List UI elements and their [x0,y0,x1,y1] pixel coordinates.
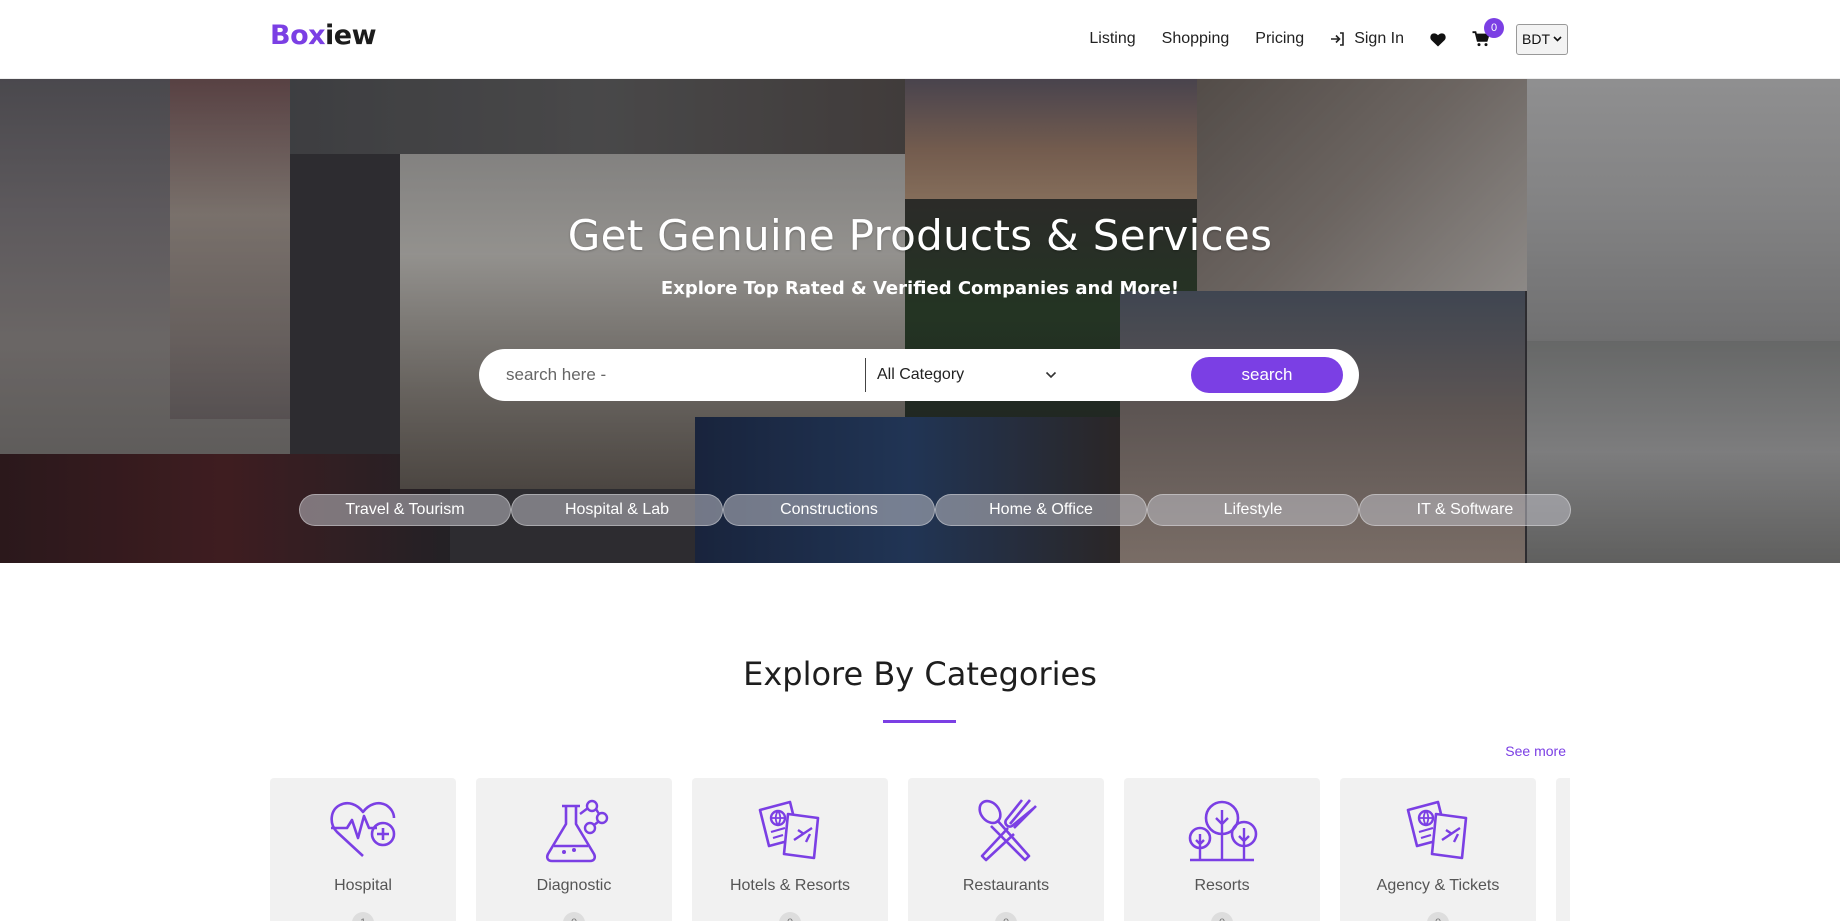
nav-shopping[interactable]: Shopping [1162,30,1230,48]
category-card-resorts[interactable]: Resorts 0 [1124,778,1320,921]
category-count-badge: 0 [563,912,585,921]
category-select[interactable]: All Category [877,363,1057,387]
search-input[interactable] [506,363,846,387]
search-divider [865,358,866,392]
heart-icon [1430,32,1446,46]
currency-value: BDT [1522,31,1550,47]
nav-listing[interactable]: Listing [1089,30,1135,48]
currency-select[interactable]: BDT [1516,23,1568,55]
pill-travel-tourism[interactable]: Travel & Tourism [299,494,511,526]
category-card-restaurants[interactable]: Restaurants 0 [908,778,1104,921]
sign-in-label: Sign In [1354,30,1404,47]
heart-pulse-icon [330,801,396,857]
cart-button[interactable]: 0 [1472,18,1504,47]
pill-hospital-lab[interactable]: Hospital & Lab [511,494,723,526]
wishlist-button[interactable] [1430,32,1446,47]
category-count-badge: 0 [995,912,1017,921]
search-button[interactable]: search [1191,357,1343,393]
see-more-link[interactable]: See more [1505,743,1566,759]
categories-title: Explore By Categories [743,655,1097,693]
hero-title: Get Genuine Products & Services [567,211,1273,260]
logo-part-2: iew [325,20,377,51]
sign-in-link[interactable]: Sign In [1330,30,1404,48]
hero-overlay [0,79,1840,563]
site-header: Boxiew Listing Shopping Pricing Sign In [0,0,1840,79]
quick-category-pills: Travel & Tourism Hospital & Lab Construc… [299,494,1571,526]
hero-search-bar: All Category search [479,349,1359,401]
pill-lifestyle[interactable]: Lifestyle [1147,494,1359,526]
category-card-hospital[interactable]: Hospital 1 [270,778,456,921]
pill-home-office[interactable]: Home & Office [935,494,1147,526]
hero-subtitle: Explore Top Rated & Verified Companies a… [660,278,1180,299]
cart-count-badge: 0 [1484,18,1504,38]
chevron-down-icon [1553,36,1562,42]
main-nav: Listing Shopping Pricing Sign In 0 BDT [1089,18,1568,58]
category-label: Diagnostic [536,877,612,894]
nav-pricing[interactable]: Pricing [1255,30,1304,48]
sign-in-icon [1331,32,1344,46]
pill-it-software[interactable]: IT & Software [1359,494,1571,526]
flask-icon [545,799,609,863]
category-count-badge: 0 [1427,912,1449,921]
chevron-down-icon [1045,371,1057,379]
category-card-agency-tickets[interactable]: Agency & Tickets 0 [1340,778,1536,921]
brand-logo[interactable]: Boxiew [270,20,377,51]
category-card-partial[interactable] [1556,778,1570,921]
passport-ticket-icon [1406,800,1468,860]
passport-ticket-icon [758,800,820,860]
categories-title-underline [883,720,956,723]
fork-spoon-icon [978,799,1037,862]
hero-banner: Get Genuine Products & Services Explore … [0,79,1840,563]
category-label: Restaurants [962,877,1050,894]
category-count-badge: 0 [1211,912,1233,921]
trees-icon [1188,800,1258,862]
logo-part-1: Box [270,20,326,51]
pill-constructions[interactable]: Constructions [723,494,935,526]
category-card-diagnostic[interactable]: Diagnostic 0 [476,778,672,921]
category-select-value: All Category [877,366,965,383]
category-label: Agency & Tickets [1376,877,1500,894]
category-count-badge: 1 [352,912,374,921]
category-cards: Hospital 1 Diagnostic 0 Hotels & Resorts… [270,778,1570,921]
category-label: Hospital [334,877,392,894]
category-count-badge: 0 [779,912,801,921]
category-label: Resorts [1194,877,1250,894]
category-card-hotels-resorts[interactable]: Hotels & Resorts 0 [692,778,888,921]
category-label: Hotels & Resorts [729,877,851,894]
